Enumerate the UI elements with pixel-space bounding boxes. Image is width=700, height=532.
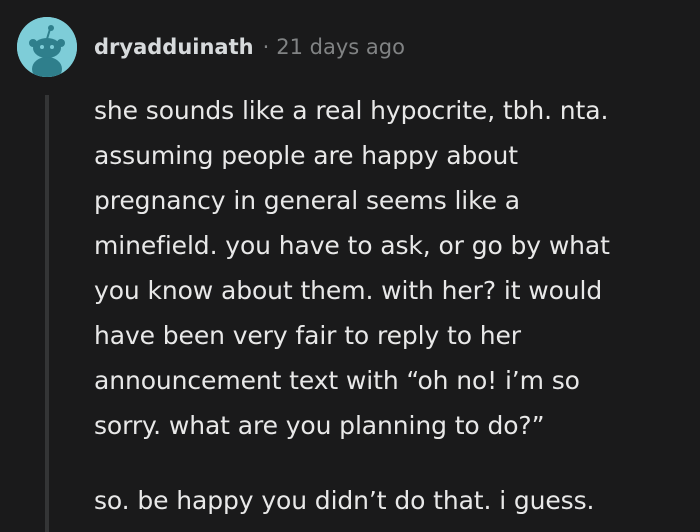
comment: dryadduinath · 21 days ago she sounds li…	[0, 0, 700, 532]
comment-text-line: pregnancy in general seems like a	[94, 186, 520, 215]
comment-text-line: have been very fair to reply to her	[94, 321, 521, 350]
comment-text-line: she sounds like a real hypocrite, tbh. n…	[94, 96, 609, 125]
comment-text-line: assuming people are happy about	[94, 141, 518, 170]
username-link[interactable]: dryadduinath	[94, 35, 254, 59]
comment-text-line: you know about them. with her? it would	[94, 276, 603, 305]
comment-timestamp[interactable]: 21 days ago	[276, 35, 405, 59]
user-avatar[interactable]	[17, 17, 77, 77]
comment-header: dryadduinath · 21 days ago	[94, 32, 405, 62]
comment-text-paragraph: so. be happy you didn’t do that. i guess…	[94, 486, 595, 515]
thread-collapse-line[interactable]	[45, 95, 49, 532]
snoo-avatar-icon	[17, 17, 77, 77]
meta-separator: ·	[262, 35, 270, 59]
comment-text-line: minefield. you have to ask, or go by wha…	[94, 231, 610, 260]
comment-text-line: announcement text with “oh no! i’m so	[94, 366, 580, 395]
comment-body: she sounds like a real hypocrite, tbh. n…	[94, 88, 684, 523]
comment-text-line: sorry. what are you planning to do?”	[94, 411, 545, 440]
